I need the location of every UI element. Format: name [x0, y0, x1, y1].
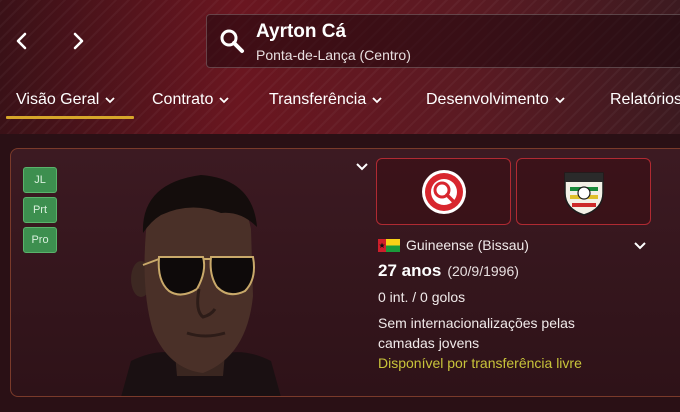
tab-overview[interactable]: Visão Geral	[16, 91, 115, 109]
chevron-right-icon	[73, 32, 84, 50]
search-icon	[220, 29, 244, 53]
player-profile-card: JL Prt Pro Guineense (Bissau) 27 anos (2…	[10, 148, 680, 397]
active-tab-indicator	[6, 116, 134, 119]
nation-logo-button[interactable]	[516, 158, 651, 225]
player-search-box[interactable]: Ayrton Cá Ponta-de-Lança (Centro)	[206, 14, 680, 68]
chevron-down-icon	[372, 96, 382, 103]
chevron-down-icon	[105, 96, 115, 103]
club-logo-button[interactable]	[376, 158, 511, 225]
chevron-down-icon	[219, 96, 230, 103]
tab-development[interactable]: Desenvolvimento	[426, 91, 565, 109]
player-info: Guineense (Bissau) 27 anos (20/9/1996) 0…	[378, 235, 678, 373]
tab-reports[interactable]: Relatórios	[610, 91, 680, 109]
guinea-bissau-flag-icon	[378, 238, 400, 252]
role-badge[interactable]: JL	[23, 167, 57, 193]
age: 27 anos	[378, 261, 442, 280]
youth-caps: Sem internacionalizações pelas camadas j…	[378, 315, 575, 351]
nationality-row[interactable]: Guineense (Bissau)	[378, 235, 678, 255]
tab-bar: Visão Geral Contrato Transferência Desen…	[0, 86, 680, 120]
player-photo	[121, 175, 281, 396]
tab-contract[interactable]: Contrato	[152, 91, 230, 109]
tab-label: Contrato	[152, 91, 214, 108]
tab-transfer[interactable]: Transferência	[269, 91, 382, 109]
club-badge-icon	[421, 169, 466, 214]
tab-label: Relatórios	[610, 91, 680, 108]
international-caps: 0 int. / 0 golos	[378, 289, 466, 305]
tab-label: Visão Geral	[16, 91, 100, 108]
forward-button[interactable]	[64, 27, 92, 55]
player-name: Ayrton Cá	[256, 21, 347, 42]
chevron-down-icon[interactable]	[634, 242, 646, 250]
role-badge[interactable]: Pro	[23, 227, 57, 253]
player-position: Ponta-de-Lança (Centro)	[256, 47, 411, 63]
transfer-status: Disponível por transferência livre	[378, 355, 582, 371]
date-of-birth: (20/9/1996)	[447, 263, 519, 279]
age-row: 27 anos (20/9/1996)	[378, 261, 678, 283]
nationality: Guineense (Bissau)	[406, 237, 529, 253]
chevron-down-icon	[555, 96, 565, 103]
chevron-left-icon	[16, 32, 27, 50]
tab-label: Transferência	[269, 91, 367, 108]
nation-crest-icon	[563, 171, 604, 216]
back-button[interactable]	[8, 27, 36, 55]
tab-label: Desenvolvimento	[426, 91, 549, 108]
chevron-down-icon[interactable]	[356, 163, 368, 171]
header: Ayrton Cá Ponta-de-Lança (Centro) Visão …	[0, 0, 680, 134]
role-badge[interactable]: Prt	[23, 197, 57, 223]
